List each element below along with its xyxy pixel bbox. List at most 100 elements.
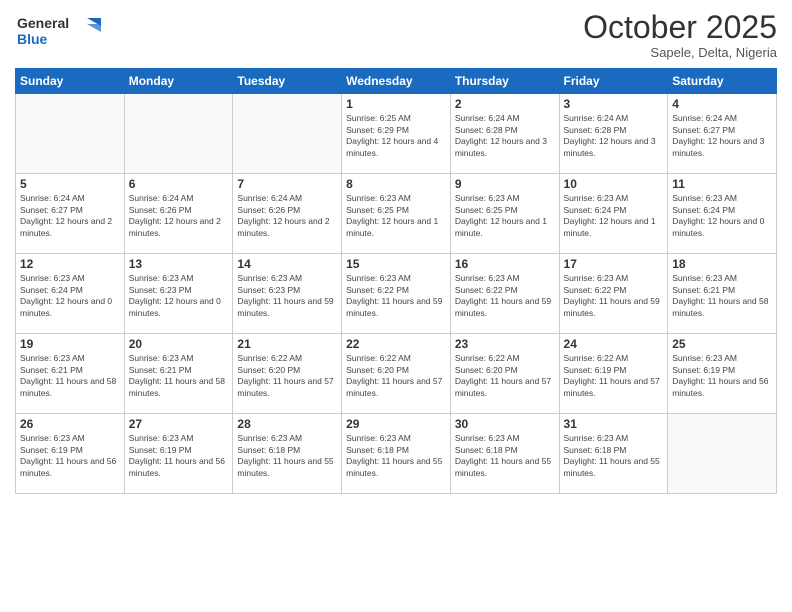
day-number: 26 xyxy=(20,417,120,431)
day-number: 15 xyxy=(346,257,446,271)
day-number: 29 xyxy=(346,417,446,431)
week-row-3: 12 Sunrise: 6:23 AM Sunset: 6:24 PM Dayli… xyxy=(16,254,777,334)
day-number: 10 xyxy=(564,177,664,191)
table-row: 21Sunrise: 6:22 AM Sunset: 6:20 PM Dayli… xyxy=(233,334,342,414)
day-info: Sunrise: 6:23 AM Sunset: 6:23 PM Dayligh… xyxy=(237,273,337,319)
day-info: Sunrise: 6:24 AM Sunset: 6:26 PM Dayligh… xyxy=(129,193,229,239)
day-number: 22 xyxy=(346,337,446,351)
day-number: 4 xyxy=(672,97,772,111)
col-thursday: Thursday xyxy=(450,69,559,94)
day-info: Sunrise: 6:24 AM Sunset: 6:26 PM Dayligh… xyxy=(237,193,337,239)
table-row: 24Sunrise: 6:22 AM Sunset: 6:19 PM Dayli… xyxy=(559,334,668,414)
day-number: 3 xyxy=(564,97,664,111)
day-number: 19 xyxy=(20,337,120,351)
day-number: 6 xyxy=(129,177,229,191)
logo-text: General Blue xyxy=(15,10,105,57)
day-info: Sunrise: 6:23 AM Sunset: 6:21 PM Dayligh… xyxy=(129,353,229,399)
table-row: 14 Sunrise: 6:23 AM Sunset: 6:23 PM Dayli… xyxy=(233,254,342,334)
calendar-header-row: Sunday Monday Tuesday Wednesday Thursday… xyxy=(16,69,777,94)
day-info: Sunrise: 6:23 AM Sunset: 6:21 PM Dayligh… xyxy=(20,353,120,399)
day-number: 23 xyxy=(455,337,555,351)
table-row xyxy=(16,94,125,174)
day-info: Sunrise: 6:22 AM Sunset: 6:20 PM Dayligh… xyxy=(455,353,555,399)
day-info: Sunrise: 6:23 AM Sunset: 6:24 PM Dayligh… xyxy=(564,193,664,239)
day-number: 2 xyxy=(455,97,555,111)
day-number: 24 xyxy=(564,337,664,351)
table-row: 18 Sunrise: 6:23 AM Sunset: 6:21 PM Dayli… xyxy=(668,254,777,334)
day-info: Sunrise: 6:23 AM Sunset: 6:25 PM Dayligh… xyxy=(455,193,555,239)
table-row xyxy=(668,414,777,494)
day-number: 31 xyxy=(564,417,664,431)
table-row: 19 Sunrise: 6:23 AM Sunset: 6:21 PM Dayli… xyxy=(16,334,125,414)
table-row: 13Sunrise: 6:23 AM Sunset: 6:23 PM Dayli… xyxy=(124,254,233,334)
week-row-1: 1Sunrise: 6:25 AM Sunset: 6:29 PM Daylig… xyxy=(16,94,777,174)
day-number: 12 xyxy=(20,257,120,271)
day-info: Sunrise: 6:23 AM Sunset: 6:18 PM Dayligh… xyxy=(346,433,446,479)
table-row xyxy=(124,94,233,174)
day-info: Sunrise: 6:22 AM Sunset: 6:20 PM Dayligh… xyxy=(346,353,446,399)
table-row: 20Sunrise: 6:23 AM Sunset: 6:21 PM Dayli… xyxy=(124,334,233,414)
table-row: 8Sunrise: 6:23 AM Sunset: 6:25 PM Daylig… xyxy=(342,174,451,254)
col-monday: Monday xyxy=(124,69,233,94)
svg-text:Blue: Blue xyxy=(17,31,48,47)
table-row: 27Sunrise: 6:23 AM Sunset: 6:19 PM Dayli… xyxy=(124,414,233,494)
day-info: Sunrise: 6:25 AM Sunset: 6:29 PM Dayligh… xyxy=(346,113,446,159)
header: General Blue October 2025 Sapele, Delta,… xyxy=(15,10,777,60)
table-row: 9Sunrise: 6:23 AM Sunset: 6:25 PM Daylig… xyxy=(450,174,559,254)
day-number: 28 xyxy=(237,417,337,431)
week-row-4: 19 Sunrise: 6:23 AM Sunset: 6:21 PM Dayli… xyxy=(16,334,777,414)
day-info: Sunrise: 6:23 AM Sunset: 6:24 PM Dayligh… xyxy=(672,193,772,239)
day-info: Sunrise: 6:24 AM Sunset: 6:27 PM Dayligh… xyxy=(672,113,772,159)
col-wednesday: Wednesday xyxy=(342,69,451,94)
day-number: 14 xyxy=(237,257,337,271)
day-number: 16 xyxy=(455,257,555,271)
day-number: 27 xyxy=(129,417,229,431)
table-row: 3Sunrise: 6:24 AM Sunset: 6:28 PM Daylig… xyxy=(559,94,668,174)
table-row: 12 Sunrise: 6:23 AM Sunset: 6:24 PM Dayli… xyxy=(16,254,125,334)
col-sunday: Sunday xyxy=(16,69,125,94)
table-row: 1Sunrise: 6:25 AM Sunset: 6:29 PM Daylig… xyxy=(342,94,451,174)
day-info: Sunrise: 6:23 AM Sunset: 6:22 PM Dayligh… xyxy=(564,273,664,319)
week-row-2: 5 Sunrise: 6:24 AM Sunset: 6:27 PM Daylig… xyxy=(16,174,777,254)
table-row: 10 Sunrise: 6:23 AM Sunset: 6:24 PM Dayli… xyxy=(559,174,668,254)
week-row-5: 26 Sunrise: 6:23 AM Sunset: 6:19 PM Dayli… xyxy=(16,414,777,494)
day-info: Sunrise: 6:23 AM Sunset: 6:22 PM Dayligh… xyxy=(455,273,555,319)
day-info: Sunrise: 6:23 AM Sunset: 6:18 PM Dayligh… xyxy=(237,433,337,479)
day-info: Sunrise: 6:23 AM Sunset: 6:19 PM Dayligh… xyxy=(20,433,120,479)
day-info: Sunrise: 6:23 AM Sunset: 6:24 PM Dayligh… xyxy=(20,273,120,319)
day-number: 18 xyxy=(672,257,772,271)
day-number: 5 xyxy=(20,177,120,191)
svg-text:General: General xyxy=(17,15,69,31)
day-number: 17 xyxy=(564,257,664,271)
day-number: 25 xyxy=(672,337,772,351)
page: General Blue October 2025 Sapele, Delta,… xyxy=(0,0,792,612)
table-row: 2 Sunrise: 6:24 AM Sunset: 6:28 PM Daylig… xyxy=(450,94,559,174)
col-tuesday: Tuesday xyxy=(233,69,342,94)
table-row: 26 Sunrise: 6:23 AM Sunset: 6:19 PM Dayli… xyxy=(16,414,125,494)
day-info: Sunrise: 6:23 AM Sunset: 6:22 PM Dayligh… xyxy=(346,273,446,319)
day-info: Sunrise: 6:23 AM Sunset: 6:21 PM Dayligh… xyxy=(672,273,772,319)
table-row: 29 Sunrise: 6:23 AM Sunset: 6:18 PM Dayli… xyxy=(342,414,451,494)
table-row: 28 Sunrise: 6:23 AM Sunset: 6:18 PM Dayli… xyxy=(233,414,342,494)
day-info: Sunrise: 6:24 AM Sunset: 6:27 PM Dayligh… xyxy=(20,193,120,239)
table-row: 5 Sunrise: 6:24 AM Sunset: 6:27 PM Daylig… xyxy=(16,174,125,254)
calendar-table: Sunday Monday Tuesday Wednesday Thursday… xyxy=(15,68,777,494)
day-info: Sunrise: 6:23 AM Sunset: 6:18 PM Dayligh… xyxy=(455,433,555,479)
table-row: 31Sunrise: 6:23 AM Sunset: 6:18 PM Dayli… xyxy=(559,414,668,494)
col-friday: Friday xyxy=(559,69,668,94)
day-number: 21 xyxy=(237,337,337,351)
day-number: 13 xyxy=(129,257,229,271)
table-row: 15 Sunrise: 6:23 AM Sunset: 6:22 PM Dayli… xyxy=(342,254,451,334)
day-number: 30 xyxy=(455,417,555,431)
day-number: 7 xyxy=(237,177,337,191)
table-row: 16 Sunrise: 6:23 AM Sunset: 6:22 PM Dayli… xyxy=(450,254,559,334)
day-number: 8 xyxy=(346,177,446,191)
title-area: October 2025 Sapele, Delta, Nigeria xyxy=(583,10,777,60)
table-row: 11Sunrise: 6:23 AM Sunset: 6:24 PM Dayli… xyxy=(668,174,777,254)
table-row: 7 Sunrise: 6:24 AM Sunset: 6:26 PM Daylig… xyxy=(233,174,342,254)
month-title: October 2025 xyxy=(583,10,777,45)
day-info: Sunrise: 6:24 AM Sunset: 6:28 PM Dayligh… xyxy=(455,113,555,159)
col-saturday: Saturday xyxy=(668,69,777,94)
logo: General Blue xyxy=(15,10,105,57)
table-row: 22 Sunrise: 6:22 AM Sunset: 6:20 PM Dayli… xyxy=(342,334,451,414)
